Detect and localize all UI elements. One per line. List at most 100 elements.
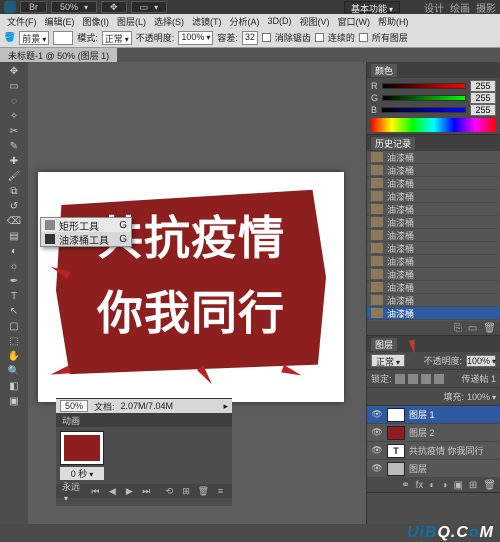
- antialias-checkbox[interactable]: [262, 33, 271, 42]
- g-input[interactable]: [470, 92, 496, 104]
- marquee-tool-icon[interactable]: ▭: [5, 79, 23, 93]
- stamp-tool-icon[interactable]: ⧉: [5, 184, 23, 198]
- contiguous-checkbox[interactable]: [315, 33, 324, 42]
- lock-all-icon[interactable]: [434, 374, 444, 384]
- mode-dropdown[interactable]: 正常: [102, 31, 132, 45]
- mask-icon[interactable]: ◐: [429, 480, 435, 491]
- menu-view[interactable]: 视图(V): [297, 15, 333, 28]
- b-input[interactable]: [470, 104, 496, 116]
- new-frame-icon[interactable]: ⊞: [181, 486, 192, 496]
- workspace-design[interactable]: 设计: [424, 0, 444, 15]
- trash-icon[interactable]: 🗑: [483, 323, 496, 334]
- hand2-tool-icon[interactable]: ✋: [5, 349, 23, 363]
- canvas-area[interactable]: 共抗疫情 你我同行 矩形工具 G 油漆桶工具 G: [28, 62, 366, 524]
- workspace-paint[interactable]: 绘画: [450, 0, 470, 15]
- animation-panel-tab[interactable]: 动画: [56, 413, 232, 427]
- fill-source-dropdown[interactable]: 前景: [19, 31, 49, 45]
- heal-tool-icon[interactable]: ✚: [5, 154, 23, 168]
- eraser-tool-icon[interactable]: ⌫: [5, 214, 23, 228]
- history-item[interactable]: 油漆桶: [367, 203, 500, 216]
- blend-mode-dropdown[interactable]: 正常: [371, 354, 405, 367]
- quickmask-icon[interactable]: ▣: [5, 394, 23, 408]
- opacity-input[interactable]: 100%: [178, 31, 213, 45]
- timeline-mode-icon[interactable]: ≡: [215, 486, 226, 496]
- zoom-dropdown[interactable]: 50%: [51, 1, 97, 13]
- next-frame-icon[interactable]: ⏭: [141, 486, 152, 496]
- history-item[interactable]: 油漆桶: [367, 268, 500, 281]
- delete-layer-icon[interactable]: 🗑: [483, 480, 496, 491]
- menu-layer[interactable]: 图层(L): [114, 15, 149, 28]
- lock-transparency-icon[interactable]: [395, 374, 405, 384]
- frame-delay[interactable]: 0 秒: [60, 467, 104, 480]
- blur-tool-icon[interactable]: ◐: [5, 244, 23, 258]
- layer-row[interactable]: 👁图层 2: [367, 424, 500, 442]
- layer-row[interactable]: 👁图层 1: [367, 406, 500, 424]
- flyout-gradient-tool[interactable]: 矩形工具 G: [41, 218, 131, 232]
- type-tool-icon[interactable]: T: [5, 289, 23, 303]
- eyedropper-tool-icon[interactable]: ✎: [5, 139, 23, 153]
- first-frame-icon[interactable]: ⏮: [90, 486, 101, 496]
- visibility-icon[interactable]: 👁: [371, 409, 383, 421]
- dodge-tool-icon[interactable]: ☼: [5, 259, 23, 273]
- crop-tool-icon[interactable]: ✂: [5, 124, 23, 138]
- pattern-swatch[interactable]: [53, 31, 73, 45]
- 3d-tool-icon[interactable]: ⬚: [5, 334, 23, 348]
- menu-select[interactable]: 选择(S): [151, 15, 187, 28]
- history-brush-tool-icon[interactable]: ↺: [5, 199, 23, 213]
- menu-edit[interactable]: 编辑(E): [42, 15, 78, 28]
- group-icon[interactable]: ▣: [453, 480, 462, 491]
- flyout-paintbucket-tool[interactable]: 油漆桶工具 G: [41, 232, 131, 246]
- screen-mode-icon[interactable]: ▭: [131, 1, 168, 13]
- menu-3d[interactable]: 3D(D): [265, 16, 295, 26]
- history-item[interactable]: 油漆桶: [367, 281, 500, 294]
- swatch-fgbg-icon[interactable]: ◧: [5, 379, 23, 393]
- layer-row[interactable]: 👁T共抗疫情 你我同行: [367, 442, 500, 460]
- hand-tool-icon[interactable]: ✥: [101, 1, 127, 13]
- document-tab[interactable]: 未标题-1 @ 50% (图层 1): [0, 48, 117, 62]
- b-slider[interactable]: [381, 107, 466, 113]
- color-spectrum[interactable]: [371, 118, 496, 132]
- menu-window[interactable]: 窗口(W): [335, 15, 374, 28]
- visibility-icon[interactable]: 👁: [371, 427, 383, 439]
- history-tab[interactable]: 历史记录: [371, 137, 415, 150]
- menu-analysis[interactable]: 分析(A): [227, 15, 263, 28]
- history-item[interactable]: 油漆桶: [367, 307, 500, 320]
- history-item[interactable]: 油漆桶: [367, 229, 500, 242]
- alllayers-checkbox[interactable]: [359, 33, 368, 42]
- history-item[interactable]: 油漆桶: [367, 177, 500, 190]
- fx-icon[interactable]: fx: [416, 480, 424, 491]
- shape-tool-icon[interactable]: ▢: [5, 319, 23, 333]
- brush-tool-icon[interactable]: 🖌: [5, 169, 23, 183]
- layer-row[interactable]: 👁图层: [367, 460, 500, 478]
- animation-frame-1[interactable]: 0 秒: [60, 431, 104, 480]
- color-tab[interactable]: 颜色: [371, 64, 397, 77]
- pen-tool-icon[interactable]: ✒: [5, 274, 23, 288]
- loop-dropdown[interactable]: 永远: [62, 480, 84, 503]
- menu-image[interactable]: 图像(I): [80, 15, 113, 28]
- adjust-icon[interactable]: ◑: [441, 480, 447, 491]
- history-list[interactable]: 油漆桶油漆桶油漆桶油漆桶油漆桶油漆桶油漆桶油漆桶油漆桶油漆桶油漆桶油漆桶油漆桶: [367, 151, 500, 321]
- r-slider[interactable]: [382, 83, 467, 89]
- bridge-button[interactable]: Br: [20, 1, 47, 13]
- path-tool-icon[interactable]: ↖: [5, 304, 23, 318]
- prev-frame-icon[interactable]: ◀: [107, 486, 118, 496]
- move-tool-icon[interactable]: ✥: [5, 64, 23, 78]
- document-canvas[interactable]: 共抗疫情 你我同行: [38, 172, 344, 402]
- history-item[interactable]: 油漆桶: [367, 164, 500, 177]
- fill-input[interactable]: 100%: [467, 392, 496, 402]
- layers-tab[interactable]: 图层: [371, 338, 397, 351]
- history-item[interactable]: 油漆桶: [367, 294, 500, 307]
- link-icon[interactable]: ⚭: [401, 480, 409, 491]
- lock-pixels-icon[interactable]: [408, 374, 418, 384]
- gradient-tool-icon[interactable]: ▤: [5, 229, 23, 243]
- tolerance-input[interactable]: 32: [242, 31, 258, 45]
- new-doc-icon[interactable]: ▭: [468, 323, 477, 334]
- menu-help[interactable]: 帮助(H): [375, 15, 412, 28]
- workspace-essentials[interactable]: 基本功能: [344, 1, 400, 13]
- lock-position-icon[interactable]: [421, 374, 431, 384]
- visibility-icon[interactable]: 👁: [371, 463, 383, 475]
- history-item[interactable]: 油漆桶: [367, 255, 500, 268]
- history-item[interactable]: 油漆桶: [367, 242, 500, 255]
- r-input[interactable]: [470, 80, 496, 92]
- g-slider[interactable]: [382, 95, 466, 101]
